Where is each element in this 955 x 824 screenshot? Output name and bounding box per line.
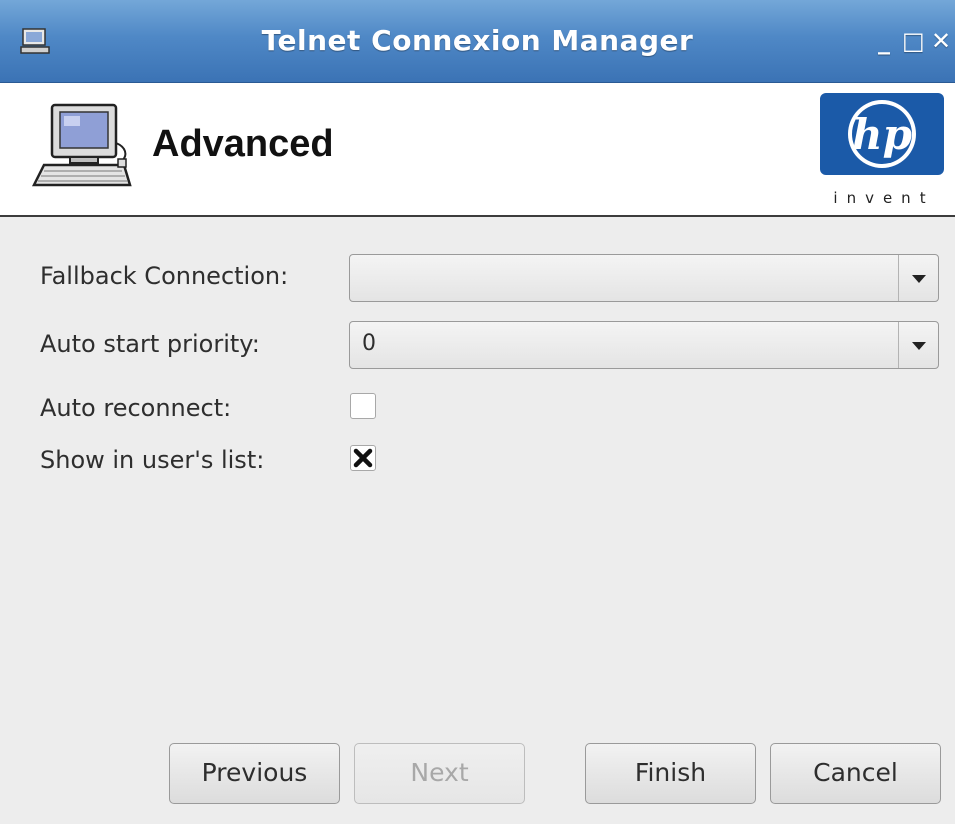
chevron-down-icon[interactable] bbox=[898, 255, 938, 301]
maximize-button[interactable]: □ bbox=[902, 26, 925, 56]
computer-icon bbox=[31, 103, 132, 187]
auto-start-priority-label: Auto start priority: bbox=[40, 330, 260, 358]
finish-button[interactable]: Finish bbox=[585, 743, 756, 804]
page-header: Advanced hp invent bbox=[0, 83, 955, 217]
close-button[interactable]: ✕ bbox=[930, 26, 952, 56]
auto-start-priority-dropdown[interactable]: 0 bbox=[349, 321, 939, 369]
fallback-connection-dropdown[interactable] bbox=[349, 254, 939, 302]
show-in-users-list-checkbox[interactable] bbox=[350, 445, 376, 471]
chevron-down-icon[interactable] bbox=[898, 322, 938, 368]
cancel-button[interactable]: Cancel bbox=[770, 743, 941, 804]
previous-button[interactable]: Previous bbox=[169, 743, 340, 804]
minimize-button[interactable]: _ bbox=[873, 26, 895, 56]
page-title: Advanced bbox=[152, 123, 334, 165]
title-bar[interactable]: Telnet Connexion Manager _ □ ✕ bbox=[0, 0, 955, 83]
window-title: Telnet Connexion Manager bbox=[261, 24, 694, 57]
checkmark-icon bbox=[353, 448, 373, 468]
telnet-connexion-manager-window: Telnet Connexion Manager _ □ ✕ Advanced bbox=[0, 0, 955, 824]
svg-text:hp: hp bbox=[852, 110, 912, 159]
hp-logo-tagline: invent bbox=[833, 189, 934, 207]
show-in-users-list-label: Show in user's list: bbox=[40, 446, 265, 474]
auto-reconnect-checkbox[interactable] bbox=[350, 393, 376, 419]
auto-start-priority-value: 0 bbox=[362, 331, 376, 356]
hp-logo: hp invent bbox=[820, 93, 944, 207]
auto-reconnect-label: Auto reconnect: bbox=[40, 394, 232, 422]
fallback-connection-label: Fallback Connection: bbox=[40, 262, 289, 290]
next-button[interactable]: Next bbox=[354, 743, 525, 804]
